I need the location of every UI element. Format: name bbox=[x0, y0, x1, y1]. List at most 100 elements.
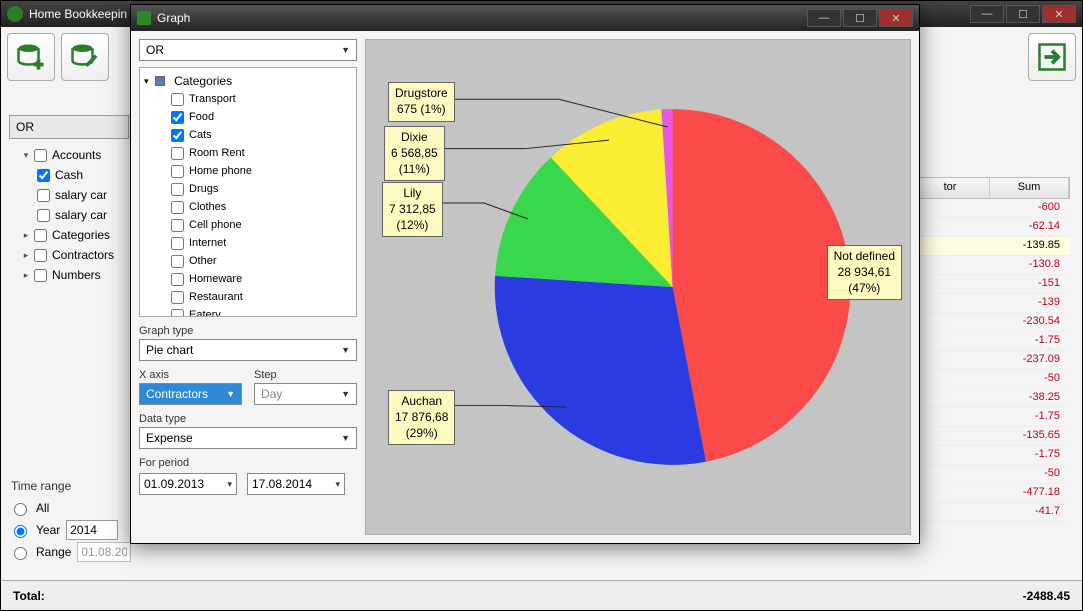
tr-all-radio[interactable] bbox=[14, 503, 27, 516]
salary2-checkbox[interactable] bbox=[37, 209, 50, 222]
table-row[interactable]: n-139.85 bbox=[910, 237, 1070, 256]
tree-salary1[interactable]: salary car bbox=[9, 185, 129, 205]
category-item[interactable]: Room Rent bbox=[144, 144, 352, 162]
close-button[interactable]: ✕ bbox=[1042, 5, 1076, 23]
table-row[interactable]: n-139 bbox=[910, 294, 1070, 313]
accounts-tree: ▾Accounts Cash salary car salary car ▸Ca… bbox=[9, 145, 129, 285]
data-table: tor Sum n-600n-62.14n-139.85n-130.8n-151… bbox=[910, 177, 1070, 522]
chevron-down-icon: ▼ bbox=[226, 389, 235, 399]
app-title: Home Bookkeepin bbox=[29, 7, 127, 21]
tree-categories[interactable]: ▸Categories bbox=[9, 225, 129, 245]
category-item[interactable]: Restaurant bbox=[144, 288, 352, 306]
export-arrow-icon bbox=[1037, 42, 1067, 72]
callout-auchan: Auchan17 876,68(29%) bbox=[388, 390, 455, 445]
table-row[interactable]: n-230.54 bbox=[910, 313, 1070, 332]
category-checkbox[interactable] bbox=[171, 129, 184, 142]
accounts-checkbox[interactable] bbox=[34, 149, 47, 162]
table-row[interactable]: n-477.18 bbox=[910, 484, 1070, 503]
pie-slice-not-defined[interactable] bbox=[673, 109, 851, 462]
tree-numbers[interactable]: ▸Numbers bbox=[9, 265, 129, 285]
col-tor[interactable]: tor bbox=[911, 178, 990, 198]
datatype-label: Data type bbox=[139, 413, 357, 425]
category-checkbox[interactable] bbox=[171, 147, 184, 160]
category-checkbox[interactable] bbox=[171, 273, 184, 286]
category-checkbox[interactable] bbox=[171, 255, 184, 268]
category-item[interactable]: Clothes bbox=[144, 198, 352, 216]
date-from-input[interactable]: 01.09.2013▾ bbox=[139, 473, 237, 495]
table-row[interactable]: n-600 bbox=[910, 199, 1070, 218]
category-item[interactable]: Homeware bbox=[144, 270, 352, 288]
filter-mode-select[interactable]: OR bbox=[9, 115, 129, 139]
graph-or-select[interactable]: OR▼ bbox=[139, 39, 357, 61]
tree-salary2[interactable]: salary car bbox=[9, 205, 129, 225]
sidebar: OR ▾Accounts Cash salary car salary car … bbox=[9, 115, 129, 285]
category-checkbox[interactable] bbox=[171, 237, 184, 250]
graph-titlebar[interactable]: Graph — ☐ ✕ bbox=[131, 5, 919, 31]
category-item[interactable]: Cell phone bbox=[144, 216, 352, 234]
pie-slice-auchan[interactable] bbox=[495, 276, 706, 465]
year-select[interactable] bbox=[66, 520, 118, 540]
time-range-panel: Time range All Year Range bbox=[9, 475, 129, 563]
category-item[interactable]: Internet bbox=[144, 234, 352, 252]
category-root[interactable]: ▾ Categories bbox=[144, 72, 352, 90]
numbers-checkbox[interactable] bbox=[34, 269, 47, 282]
table-row[interactable]: n-130.8 bbox=[910, 256, 1070, 275]
category-checkbox[interactable] bbox=[171, 165, 184, 178]
category-list[interactable]: ▾ Categories Transport Food Cats Room Re… bbox=[139, 67, 357, 317]
col-sum[interactable]: Sum bbox=[990, 178, 1069, 198]
graph-icon bbox=[137, 11, 151, 25]
table-row[interactable]: n-1.75 bbox=[910, 446, 1070, 465]
contractors-checkbox[interactable] bbox=[34, 249, 47, 262]
category-item[interactable]: Eatery bbox=[144, 306, 352, 317]
category-checkbox[interactable] bbox=[171, 93, 184, 106]
table-row[interactable]: n-135.65 bbox=[910, 427, 1070, 446]
chevron-down-icon: ▼ bbox=[341, 389, 350, 399]
category-checkbox[interactable] bbox=[171, 291, 184, 304]
graph-type-select[interactable]: Pie chart▼ bbox=[139, 339, 357, 361]
table-row[interactable]: n-1.75 bbox=[910, 332, 1070, 351]
table-row[interactable]: n-41.7 bbox=[910, 503, 1070, 522]
category-item[interactable]: Home phone bbox=[144, 162, 352, 180]
category-item[interactable]: Food bbox=[144, 108, 352, 126]
category-item[interactable]: Transport bbox=[144, 90, 352, 108]
table-row[interactable]: n-50 bbox=[910, 370, 1070, 389]
edit-record-button[interactable] bbox=[61, 33, 109, 81]
maximize-button[interactable]: ☐ bbox=[1006, 5, 1040, 23]
categories-checkbox[interactable] bbox=[34, 229, 47, 242]
tree-cash[interactable]: Cash bbox=[9, 165, 129, 185]
tr-range-radio[interactable] bbox=[14, 547, 27, 560]
salary1-checkbox[interactable] bbox=[37, 189, 50, 202]
graph-maximize-button[interactable]: ☐ bbox=[843, 9, 877, 27]
step-select[interactable]: Day▼ bbox=[254, 383, 357, 405]
table-row[interactable]: n-151 bbox=[910, 275, 1070, 294]
table-row[interactable]: n-50 bbox=[910, 465, 1070, 484]
calendar-icon: ▾ bbox=[335, 479, 340, 490]
export-button[interactable] bbox=[1028, 33, 1076, 81]
category-checkbox[interactable] bbox=[171, 183, 184, 196]
category-item[interactable]: Cats bbox=[144, 126, 352, 144]
graph-window: Graph — ☐ ✕ OR▼ ▾ Categories Transport F… bbox=[130, 4, 920, 544]
app-icon bbox=[7, 6, 23, 22]
minimize-button[interactable]: — bbox=[970, 5, 1004, 23]
date-to-input[interactable]: 17.08.2014▾ bbox=[247, 473, 345, 495]
tree-contractors[interactable]: ▸Contractors bbox=[9, 245, 129, 265]
graph-minimize-button[interactable]: — bbox=[807, 9, 841, 27]
table-row[interactable]: n-62.14 bbox=[910, 218, 1070, 237]
category-checkbox[interactable] bbox=[171, 201, 184, 214]
graph-close-button[interactable]: ✕ bbox=[879, 9, 913, 27]
cash-checkbox[interactable] bbox=[37, 169, 50, 182]
xaxis-select[interactable]: Contractors▼ bbox=[139, 383, 242, 405]
category-checkbox[interactable] bbox=[171, 309, 184, 318]
add-record-button[interactable] bbox=[7, 33, 55, 81]
category-checkbox[interactable] bbox=[171, 219, 184, 232]
category-item[interactable]: Drugs bbox=[144, 180, 352, 198]
table-row[interactable]: n-237.09 bbox=[910, 351, 1070, 370]
datatype-select[interactable]: Expense▼ bbox=[139, 427, 357, 449]
category-item[interactable]: Other bbox=[144, 252, 352, 270]
tr-year-radio[interactable] bbox=[14, 525, 27, 538]
table-row[interactable]: n-1.75 bbox=[910, 408, 1070, 427]
range-from-input[interactable] bbox=[77, 542, 131, 562]
table-row[interactable]: n-38.25 bbox=[910, 389, 1070, 408]
category-checkbox[interactable] bbox=[171, 111, 184, 124]
tree-accounts[interactable]: ▾Accounts bbox=[9, 145, 129, 165]
